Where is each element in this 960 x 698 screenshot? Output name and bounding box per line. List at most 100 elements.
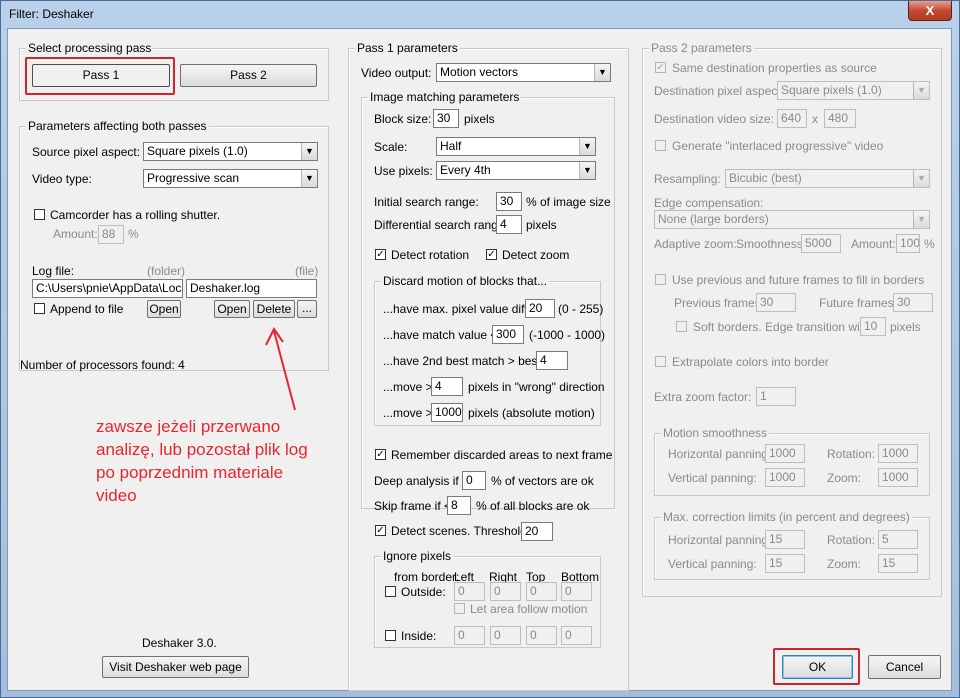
use-pixels-select[interactable]: Every 4th ▼	[436, 161, 596, 180]
ms-zoom-label: Zoom:	[827, 471, 862, 485]
adaptive-amount-input[interactable]: 100	[896, 234, 920, 253]
extrapolate-checkbox[interactable]	[655, 356, 666, 367]
mc-zoom-input[interactable]: 15	[878, 554, 918, 573]
resampling-select[interactable]: Bicubic (best) ▼	[725, 169, 930, 188]
second-best-label: ...have 2nd best match > best -	[383, 354, 549, 368]
outside-left-input[interactable]: 0	[454, 582, 485, 601]
scale-select[interactable]: Half ▼	[436, 137, 596, 156]
max-pixel-diff-input[interactable]: 20	[525, 299, 555, 318]
mc-vertical-label: Vertical panning:	[668, 557, 757, 571]
soft-width-input[interactable]: 10	[860, 317, 886, 336]
smoothness-input[interactable]: 5000	[801, 234, 841, 253]
move-wrong-hint: pixels in "wrong" direction	[468, 380, 605, 394]
mc-vertical-input[interactable]: 15	[765, 554, 805, 573]
dest-size-label: Destination video size:	[654, 112, 775, 126]
remember-discarded-label: Remember discarded areas to next frame	[391, 448, 613, 462]
scale-label: Scale:	[374, 140, 408, 154]
skip-frame-input[interactable]: 8	[447, 496, 471, 515]
ms-rotation-input[interactable]: 1000	[878, 444, 918, 463]
ms-vertical-input[interactable]: 1000	[765, 468, 805, 487]
detect-scenes-checkbox[interactable]: ✓	[375, 525, 386, 536]
outside-label: Outside:	[401, 585, 446, 599]
extrapolate-label: Extrapolate colors into border	[672, 355, 829, 369]
chevron-down-icon: ▼	[579, 138, 595, 155]
mc-zoom-label: Zoom:	[827, 557, 862, 571]
use-prev-future-checkbox[interactable]	[655, 274, 666, 285]
outside-top-input[interactable]: 0	[526, 582, 557, 601]
previous-frames-label: Previous frames:	[674, 296, 765, 310]
cancel-button[interactable]: Cancel	[868, 655, 941, 679]
chevron-down-icon: ▼	[913, 211, 929, 228]
extra-zoom-input[interactable]: 1	[756, 387, 796, 406]
detect-zoom-checkbox[interactable]: ✓	[486, 249, 497, 260]
mc-rotation-input[interactable]: 5	[878, 530, 918, 549]
dest-aspect-value: Square pixels (1.0)	[781, 83, 882, 97]
inside-right-input[interactable]: 0	[490, 626, 521, 645]
block-size-label: Block size:	[374, 112, 432, 126]
max-correction-legend: Max. correction limits (in percent and d…	[661, 510, 912, 524]
initial-search-label: Initial search range:	[374, 195, 479, 209]
future-frames-label: Future frames:	[819, 296, 898, 310]
ms-zoom-input[interactable]: 1000	[878, 468, 918, 487]
soft-borders-checkbox[interactable]	[676, 321, 687, 332]
inside-label: Inside:	[401, 629, 437, 643]
match-value-label: ...have match value <	[383, 328, 498, 342]
outside-right-input[interactable]: 0	[490, 582, 521, 601]
edge-comp-select[interactable]: None (large borders) ▼	[654, 210, 930, 229]
ms-horizontal-label: Horizontal panning:	[668, 447, 772, 461]
second-best-input[interactable]: 4	[536, 351, 568, 370]
use-prev-future-label: Use previous and future frames to fill i…	[672, 273, 925, 287]
previous-frames-input[interactable]: 30	[756, 293, 796, 312]
chevron-down-icon: ▼	[594, 64, 610, 81]
future-frames-input[interactable]: 30	[893, 293, 933, 312]
detect-rotation-checkbox[interactable]: ✓	[375, 249, 386, 260]
outside-bottom-input[interactable]: 0	[561, 582, 592, 601]
annotation-text: zawsze jeżeli przerwano analizę, lub poz…	[96, 415, 308, 507]
move-wrong-label: ...move >	[383, 380, 433, 394]
same-dest-checkbox[interactable]: ✓	[655, 62, 666, 73]
dest-height-input[interactable]: 480	[824, 109, 856, 128]
edge-comp-label: Edge compensation:	[654, 196, 764, 210]
pass1-legend: Pass 1 parameters	[355, 41, 460, 55]
diff-search-label: Differential search range:	[374, 218, 508, 232]
chevron-down-icon: ▼	[579, 162, 595, 179]
move-wrong-input[interactable]: 4	[431, 377, 463, 396]
diff-search-input[interactable]: 4	[496, 215, 522, 234]
pass2-legend: Pass 2 parameters	[649, 41, 754, 55]
visit-web-button[interactable]: Visit Deshaker web page	[102, 656, 249, 678]
annotation-line: analizę, lub pozostał plik log	[96, 440, 308, 459]
dest-aspect-select[interactable]: Square pixels (1.0) ▼	[777, 81, 930, 100]
from-border-label: from border:	[394, 570, 460, 584]
resampling-value: Bicubic (best)	[729, 171, 802, 185]
inside-checkbox[interactable]	[385, 630, 396, 641]
discard-legend: Discard motion of blocks that...	[381, 274, 550, 288]
outside-checkbox[interactable]	[385, 586, 396, 597]
dest-width-input[interactable]: 640	[777, 109, 807, 128]
move-absolute-input[interactable]: 1000	[431, 403, 463, 422]
initial-search-input[interactable]: 30	[496, 192, 522, 211]
ms-horizontal-input[interactable]: 1000	[765, 444, 805, 463]
interlaced-checkbox[interactable]	[655, 140, 666, 151]
match-value-input[interactable]: 300	[492, 325, 524, 344]
deep-analysis-input[interactable]: 0	[462, 471, 486, 490]
chevron-down-icon: ▼	[913, 82, 929, 99]
block-size-input[interactable]: 30	[433, 109, 459, 128]
motion-smoothness-legend: Motion smoothness	[661, 426, 770, 440]
inside-left-input[interactable]: 0	[454, 626, 485, 645]
follow-motion-checkbox[interactable]	[454, 603, 465, 614]
close-button[interactable]: X	[908, 1, 952, 21]
match-value-hint: (-1000 - 1000)	[529, 328, 606, 342]
mc-horizontal-input[interactable]: 15	[765, 530, 805, 549]
annotation-line: zawsze jeżeli przerwano	[96, 417, 281, 436]
title-bar[interactable]: Filter: Deshaker X	[1, 1, 959, 29]
soft-width-unit: pixels	[890, 320, 921, 334]
scale-value: Half	[440, 139, 462, 153]
remember-discarded-checkbox[interactable]: ✓	[375, 449, 386, 460]
video-output-select[interactable]: Motion vectors ▼	[436, 63, 611, 82]
window-title: Filter: Deshaker	[9, 7, 94, 21]
scene-threshold-input[interactable]: 20	[521, 522, 553, 541]
skip-frame-hint: % of all blocks are ok	[476, 499, 590, 513]
mc-rotation-label: Rotation:	[827, 533, 876, 547]
inside-top-input[interactable]: 0	[526, 626, 557, 645]
inside-bottom-input[interactable]: 0	[561, 626, 592, 645]
